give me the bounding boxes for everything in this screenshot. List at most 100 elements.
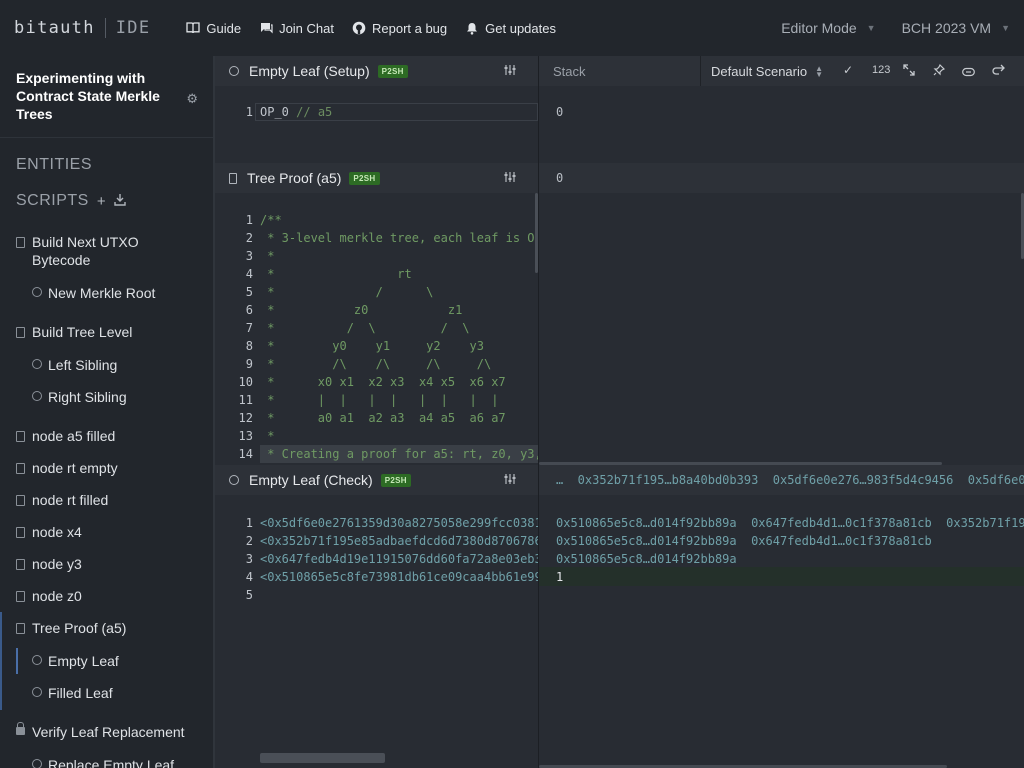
expand-icon[interactable]	[903, 64, 915, 79]
settings-sliders-icon[interactable]	[504, 171, 516, 186]
evaluation-pane: Stack Default Scenario ▲ ▼ ✓ 123 0 0 … 0x…	[538, 56, 1024, 768]
code-line: * / \	[260, 285, 434, 299]
report-bug-link[interactable]: Report a bug	[352, 21, 447, 36]
script-icon	[16, 623, 25, 634]
scripts-section: SCRIPTS +	[0, 183, 213, 219]
scenario-dropdown[interactable]: Default Scenario ▲ ▼	[711, 64, 823, 79]
line-number: 4	[245, 570, 253, 584]
line-number: 2	[245, 534, 253, 548]
check-stack-header: … 0x352b71f195…b8a40bd0b393 0x5df6e0e276…	[539, 465, 1024, 495]
code-opcode: OP_0	[260, 105, 289, 119]
code-line: * Creating a proof for a5: rt, z0, y3,	[260, 445, 538, 463]
sidebar-item-label: Tree Proof (a5)	[32, 620, 127, 636]
code-line: * a0 a1 a2 a3 a4 a5 a6 a7	[260, 411, 506, 425]
check-script-title[interactable]: Empty Leaf (Check)	[249, 472, 373, 488]
sidebar-item-verify-leaf-replacement[interactable]: Verify Leaf Replacement	[0, 722, 213, 741]
sidebar-item-right-sibling[interactable]: Right Sibling	[0, 388, 213, 406]
entities-section[interactable]: ENTITIES	[0, 147, 213, 183]
tree-proof-code-editor[interactable]: 1 /** 2 * 3-level merkle tree, each leaf i…	[215, 211, 538, 463]
code-line: * x0 x1 x2 x3 x4 x5 x6 x7	[260, 375, 506, 389]
p2sh-badge: P2SH	[377, 64, 408, 78]
sidebar-item-label: Replace Empty Leaf	[48, 757, 175, 768]
sidebar-item-build-tree-level[interactable]: Build Tree Level	[0, 323, 213, 341]
sidebar-item-label: Build Tree Level	[32, 324, 133, 340]
sort-icon: ▲ ▼	[815, 63, 824, 79]
p2sh-badge: P2SH	[349, 171, 380, 185]
test-icon	[32, 287, 42, 297]
sidebar-item-filled-leaf[interactable]: Filled Leaf	[0, 684, 213, 702]
sidebar-item-node-y3[interactable]: node y3	[0, 555, 213, 573]
scrollbar-horizontal[interactable]	[260, 753, 385, 763]
code-line: <0x510865e5c8fe73981db61ce09caa4bb61e995	[260, 570, 538, 584]
code-comment: // a5	[296, 105, 333, 119]
chevron-down-icon: ▼	[1001, 23, 1010, 33]
sidebar-item-label: New Merkle Root	[48, 285, 156, 301]
tree-proof-title[interactable]: Tree Proof (a5)	[247, 170, 341, 186]
stack-row: 0x510865e5c8…d014f92bb89a 0x647fedb4d1…0…	[556, 516, 1024, 530]
stack-row: 0x510865e5c8…d014f92bb89a 0x647fedb4d1…0…	[556, 534, 932, 548]
chat-icon	[259, 21, 273, 35]
test-icon	[229, 66, 239, 76]
line-number: 7	[245, 321, 253, 335]
vm-dropdown[interactable]: BCH 2023 VM ▼	[902, 20, 1010, 36]
line-number: 5	[245, 588, 253, 602]
active-script-group: Tree Proof (a5) Empty Leaf Filled Leaf	[0, 612, 213, 710]
brand-logo[interactable]: bitauth IDE	[0, 0, 150, 56]
get-updates-label: Get updates	[485, 20, 556, 36]
p2sh-badge: P2SH	[380, 473, 411, 487]
line-number: 13	[238, 429, 253, 443]
sidebar-item-label: Verify Leaf Replacement	[32, 724, 185, 740]
add-script-icon[interactable]: +	[97, 193, 106, 210]
editor-mode-label: Editor Mode	[781, 20, 857, 36]
script-icon	[16, 527, 25, 538]
proof-stack-result: 0	[556, 171, 564, 185]
gear-icon[interactable]: ⚙	[186, 90, 198, 108]
sidebar-item-tree-proof-a5[interactable]: Tree Proof (a5)	[0, 619, 213, 637]
settings-sliders-icon[interactable]	[504, 64, 516, 79]
settings-sliders-icon[interactable]	[504, 473, 516, 488]
test-icon	[32, 359, 42, 369]
sidebar-item-replace-empty-leaf[interactable]: Replace Empty Leaf	[0, 756, 213, 768]
script-icon	[16, 431, 25, 442]
line-number: 3	[245, 249, 253, 263]
join-chat-link[interactable]: Join Chat	[259, 21, 334, 36]
guide-link[interactable]: Guide	[186, 21, 241, 36]
lock-icon	[16, 722, 25, 735]
editor-mode-dropdown[interactable]: Editor Mode ▼	[781, 20, 875, 36]
project-title-block[interactable]: Experimenting with Contract State Merkle…	[0, 56, 213, 138]
get-updates-link[interactable]: Get updates	[465, 21, 556, 36]
import-script-icon[interactable]	[114, 193, 126, 209]
link-icon[interactable]	[962, 65, 975, 80]
scenario-label: Default Scenario	[711, 64, 808, 79]
line-number: 11	[238, 393, 253, 407]
code-line: * y0 y1 y2 y3	[260, 339, 484, 353]
line-number: 9	[245, 357, 253, 371]
setup-script-title[interactable]: Empty Leaf (Setup)	[249, 63, 370, 79]
line-number: 8	[245, 339, 253, 353]
code-line: * rt	[260, 267, 412, 281]
test-icon	[229, 475, 239, 485]
check-icon[interactable]: ✓	[843, 63, 853, 77]
entities-label: ENTITIES	[16, 156, 93, 173]
sidebar-item-node-rt-filled[interactable]: node rt filled	[0, 491, 213, 509]
redo-icon[interactable]	[992, 64, 1005, 79]
sidebar-item-node-a5-filled[interactable]: node a5 filled	[0, 427, 213, 445]
sidebar-item-node-z0[interactable]: node z0	[0, 587, 213, 605]
number-format-toggle[interactable]: 123	[872, 64, 890, 76]
sidebar-item-node-x4[interactable]: node x4	[0, 523, 213, 541]
join-chat-label: Join Chat	[279, 20, 334, 36]
sidebar-item-label: Filled Leaf	[48, 685, 113, 701]
code-line: <0x352b71f195e85adbaefdcd6d7380d87067865	[260, 534, 538, 548]
sidebar-item-empty-leaf[interactable]: Empty Leaf	[0, 648, 213, 674]
code-line: *	[260, 249, 275, 263]
script-icon	[16, 237, 25, 248]
sidebar-item-left-sibling[interactable]: Left Sibling	[0, 356, 213, 374]
setup-stack-result: 0	[556, 105, 564, 119]
sidebar-item-node-rt-empty[interactable]: node rt empty	[0, 459, 213, 477]
script-icon	[16, 463, 25, 474]
sidebar-item-new-merkle-root[interactable]: New Merkle Root	[0, 284, 213, 302]
report-bug-label: Report a bug	[371, 20, 448, 36]
pin-icon[interactable]	[933, 63, 946, 79]
sidebar-item-build-next-utxo[interactable]: Build Next UTXO Bytecode	[0, 233, 213, 269]
line-number: 4	[245, 267, 253, 281]
